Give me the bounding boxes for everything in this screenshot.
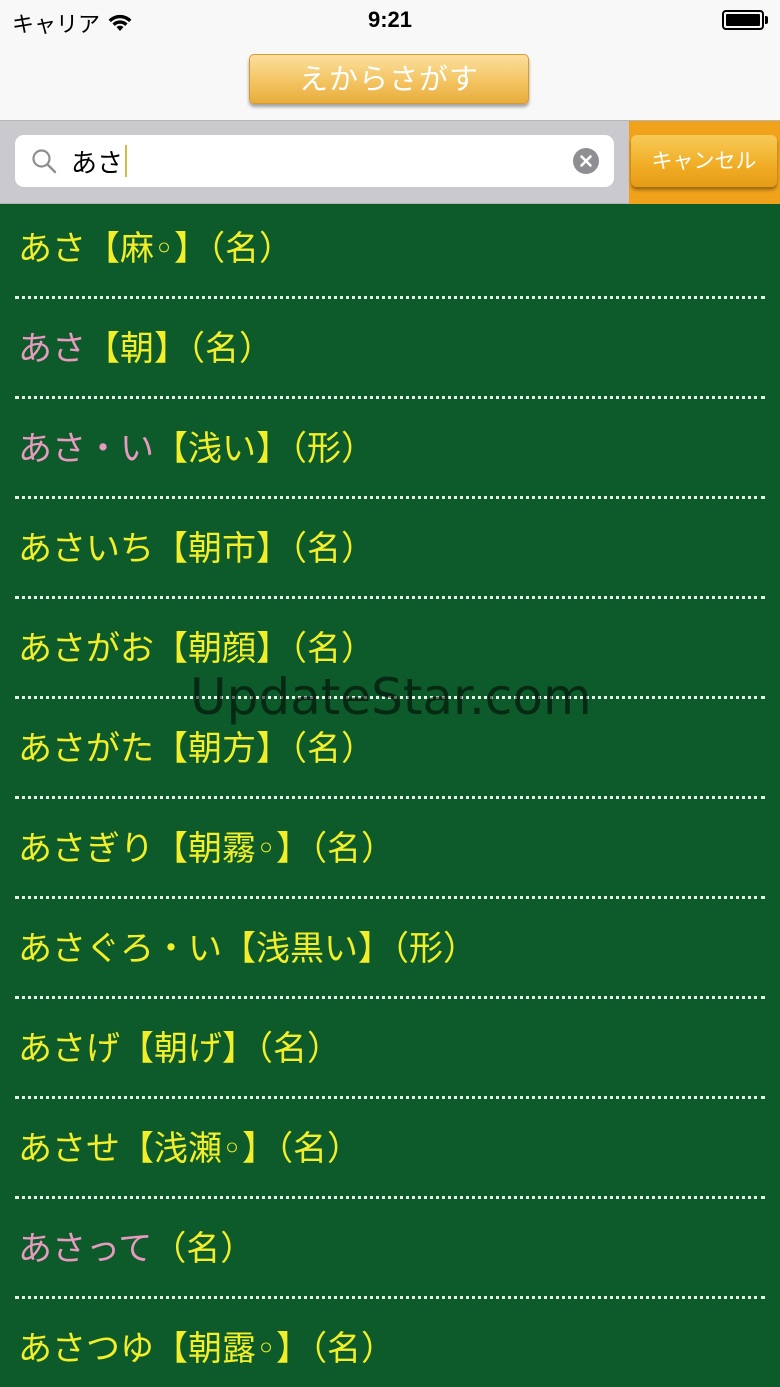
entry-kanji: 【朝露◦】 xyxy=(154,1329,311,1369)
entry-pos: （名） xyxy=(290,629,375,669)
row-divider xyxy=(15,896,765,899)
entry-pos: （名） xyxy=(188,329,273,369)
entry-kanji: 【浅黒い】 xyxy=(222,929,392,969)
entry-text: あさ【朝】（名） xyxy=(18,327,273,371)
entry-reading: あさぎり xyxy=(18,829,154,869)
entry-kanji: 【朝げ】 xyxy=(120,1029,256,1069)
entry-kanji: 【朝市】 xyxy=(154,529,290,569)
entry-text: あさって（名） xyxy=(18,1227,254,1271)
row-divider xyxy=(15,1096,765,1099)
entry-text: あさつゆ【朝露◦】（名） xyxy=(18,1327,395,1371)
list-item[interactable]: あさつゆ【朝露◦】（名） xyxy=(0,1305,780,1387)
entry-pos: （形） xyxy=(290,429,375,469)
text-caret xyxy=(125,145,128,177)
cancel-button[interactable]: キャンセル xyxy=(631,135,777,187)
title-button[interactable]: えからさがす xyxy=(249,54,529,104)
entry-reading: あさげ xyxy=(18,1029,120,1069)
row-divider xyxy=(15,996,765,999)
list-item[interactable]: あさ【麻◦】（名） xyxy=(0,205,780,305)
list-item[interactable]: あさ【朝】（名） xyxy=(0,305,780,405)
entry-pos: （形） xyxy=(392,929,477,969)
results-list: あさ【麻◦】（名） あさ【朝】（名） あさ・い【浅い】（形） あさいち【朝市】（… xyxy=(0,205,780,1387)
entry-pos: （名） xyxy=(276,1129,362,1169)
entry-kanji: 【朝】 xyxy=(86,329,188,369)
clear-icon[interactable] xyxy=(573,148,599,174)
entry-kanji: 【朝方】 xyxy=(154,729,290,769)
list-item[interactable]: あさせ【浅瀬◦】（名） xyxy=(0,1105,780,1205)
entry-text: あさぐろ・い【浅黒い】（形） xyxy=(18,927,477,971)
entry-pos: （名） xyxy=(290,529,375,569)
list-item[interactable]: あさって（名） xyxy=(0,1205,780,1305)
row-divider xyxy=(15,1296,765,1299)
entry-reading: あさがた xyxy=(18,729,154,769)
entry-reading: あさ・い xyxy=(18,429,154,469)
entry-kanji: 【麻◦】 xyxy=(86,229,209,269)
row-divider xyxy=(15,796,765,799)
battery-icon xyxy=(722,10,768,30)
entry-pos: （名） xyxy=(152,1229,255,1269)
search-text: あさ xyxy=(71,148,124,179)
list-item[interactable]: あさぎり【朝霧◦】（名） xyxy=(0,805,780,905)
list-item[interactable]: あさげ【朝げ】（名） xyxy=(0,1005,780,1105)
entry-text: あさげ【朝げ】（名） xyxy=(18,1027,341,1071)
search-bar: あさ キャンセル xyxy=(0,120,780,204)
entry-reading: あさがお xyxy=(18,629,154,669)
entry-kanji: 【浅い】 xyxy=(154,429,290,469)
nav-bar: えからさがす xyxy=(0,40,780,120)
entry-pos: （名） xyxy=(310,829,396,869)
entry-kanji: 【朝霧◦】 xyxy=(154,829,311,869)
entry-reading: あさ xyxy=(18,329,86,369)
entry-reading: あさいち xyxy=(18,529,154,569)
row-divider xyxy=(15,696,765,699)
status-bar: キャリア 9:21 xyxy=(0,0,780,40)
entry-reading: あさって xyxy=(18,1229,153,1269)
cancel-area: キャンセル xyxy=(629,121,780,204)
entry-text: あさ・い【浅い】（形） xyxy=(18,427,375,471)
entry-reading: あさせ xyxy=(18,1129,120,1169)
search-value: あさ xyxy=(71,142,128,180)
entry-text: あさせ【浅瀬◦】（名） xyxy=(18,1127,361,1171)
list-item[interactable]: あさがお【朝顔】（名） xyxy=(0,605,780,705)
search-icon xyxy=(32,149,57,174)
entry-text: あさがお【朝顔】（名） xyxy=(18,627,375,671)
entry-reading: あさつゆ xyxy=(18,1329,154,1369)
row-divider xyxy=(15,596,765,599)
entry-reading: あさ xyxy=(18,229,86,269)
list-item[interactable]: あさがた【朝方】（名） xyxy=(0,705,780,805)
list-item[interactable]: あさいち【朝市】（名） xyxy=(0,505,780,605)
entry-pos: （名） xyxy=(208,229,294,269)
entry-text: あさいち【朝市】（名） xyxy=(18,527,375,571)
entry-reading: あさぐろ・い xyxy=(18,929,222,969)
search-input[interactable]: あさ xyxy=(15,135,614,187)
row-divider xyxy=(15,1196,765,1199)
list-item[interactable]: あさ・い【浅い】（形） xyxy=(0,405,780,505)
entry-kanji: 【朝顔】 xyxy=(154,629,290,669)
entry-pos: （名） xyxy=(310,1329,396,1369)
entry-text: あさ【麻◦】（名） xyxy=(18,227,293,271)
row-divider xyxy=(15,496,765,499)
row-divider xyxy=(15,396,765,399)
status-time: 9:21 xyxy=(367,7,413,32)
entry-pos: （名） xyxy=(256,1029,341,1069)
entry-kanji: 【浅瀬◦】 xyxy=(120,1129,277,1169)
entry-text: あさぎり【朝霧◦】（名） xyxy=(18,827,395,871)
entry-pos: （名） xyxy=(290,729,375,769)
entry-text: あさがた【朝方】（名） xyxy=(18,727,375,771)
list-item[interactable]: あさぐろ・い【浅黒い】（形） xyxy=(0,905,780,1005)
row-divider xyxy=(15,296,765,299)
